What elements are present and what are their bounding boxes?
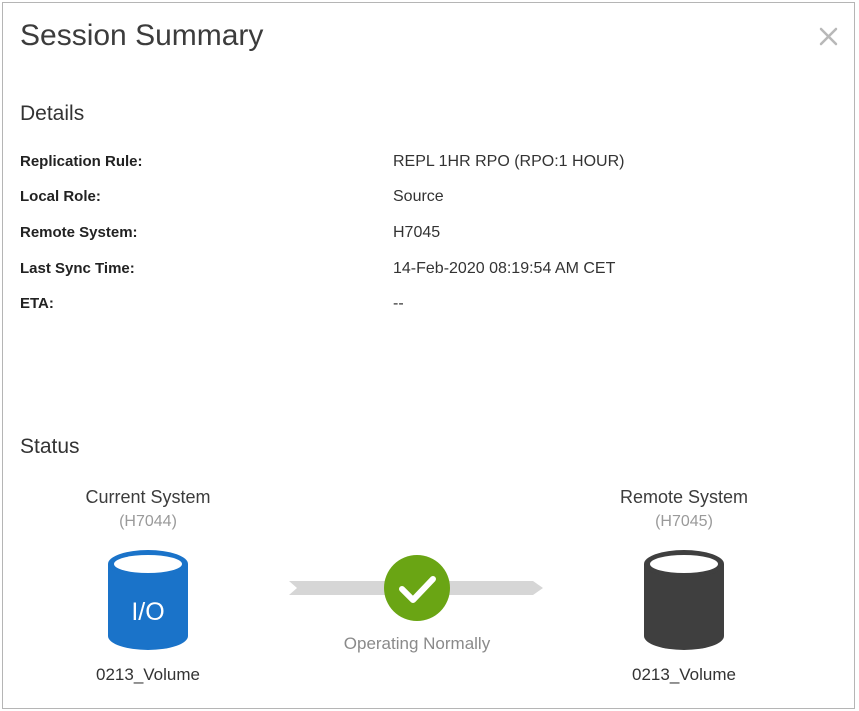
database-top-inner [114,555,182,573]
close-icon[interactable] [815,23,843,51]
session-summary-dialog: Session Summary Details Replication Rule… [2,2,855,709]
current-volume-name: 0213_Volume [96,665,200,684]
detail-value: 14-Feb-2020 08:19:54 AM CET [393,260,616,277]
detail-value: Source [393,188,444,205]
link-status-text: Operating Normally [343,634,491,653]
current-system-id: (H7044) [119,513,177,530]
replication-link [289,551,543,626]
detail-value: REPL 1HR RPO (RPO:1 HOUR) [393,153,625,170]
database-top-inner [650,555,718,573]
current-system-title: Current System [85,487,211,507]
database-io-icon: I/O [108,550,188,650]
detail-label: ETA: [20,295,54,312]
remote-volume-name: 0213_Volume [632,665,736,684]
details-heading: Details [20,102,85,125]
detail-row-replication-rule: Replication Rule: REPL 1HR RPO (RPO:1 HO… [20,153,840,175]
detail-row-last-sync-time: Last Sync Time: 14-Feb-2020 08:19:54 AM … [20,260,840,282]
detail-label: Local Role: [20,188,101,205]
remote-system-id: (H7045) [655,513,713,530]
detail-label: Remote System: [20,224,138,241]
detail-row-local-role: Local Role: Source [20,188,840,210]
current-system: Current System (H7044) [48,486,248,532]
remote-system-title: Remote System [619,487,749,507]
database-icon [644,550,724,650]
detail-value: -- [393,295,404,312]
detail-row-eta: ETA: -- [20,295,840,317]
detail-label: Replication Rule: [20,153,143,170]
detail-label: Last Sync Time: [20,260,135,277]
detail-row-remote-system: Remote System: H7045 [20,224,840,246]
io-label: I/O [131,598,165,626]
status-heading: Status [20,435,80,458]
check-circle-icon [384,555,450,621]
dialog-title: Session Summary [20,19,264,52]
detail-value: H7045 [393,224,441,241]
remote-system: Remote System (H7045) [584,486,784,532]
